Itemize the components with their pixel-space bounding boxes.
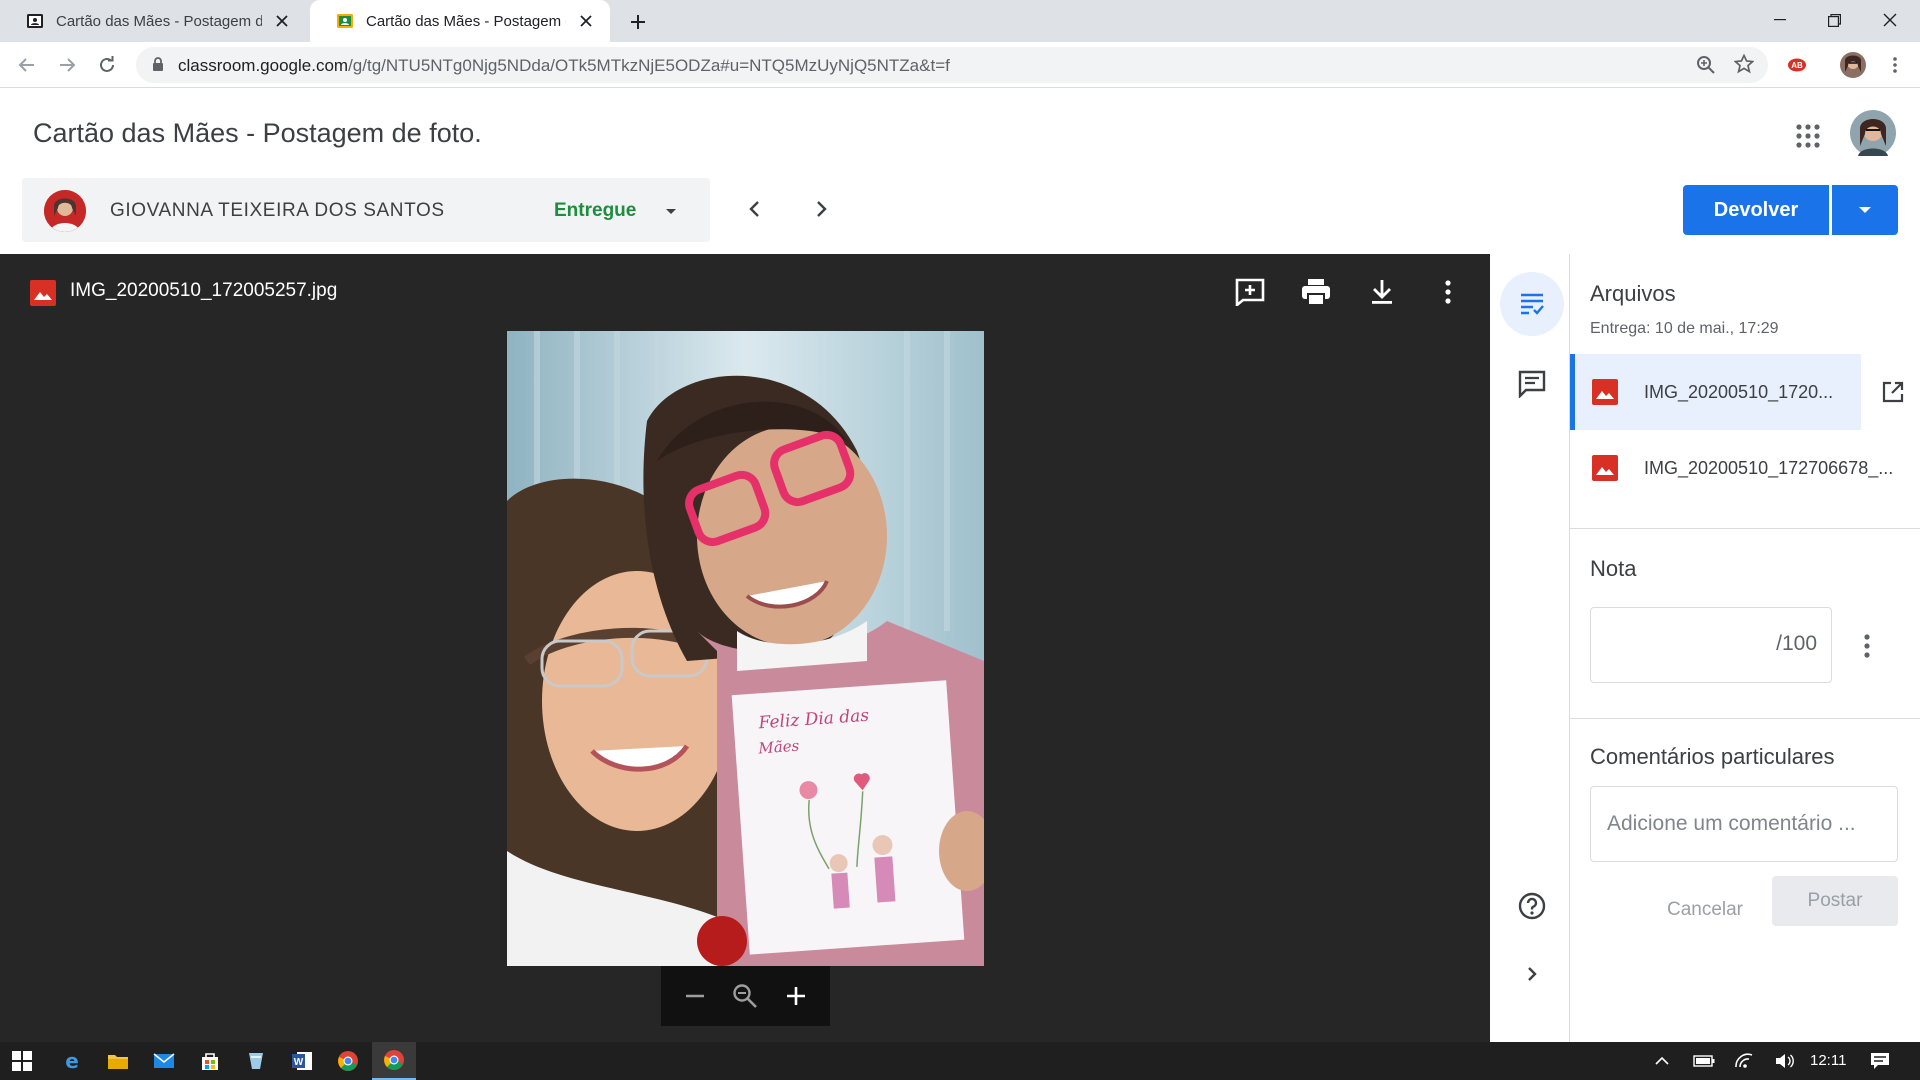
tab-title: Cartão das Mães - Postagem de f [366,12,566,30]
new-tab-icon[interactable] [624,8,652,36]
comments-tab-icon[interactable] [1500,352,1564,416]
more-options-icon[interactable] [1430,274,1466,310]
help-icon[interactable] [1500,874,1564,938]
browser-tab-strip: Cartão das Mães - Postagem de f Cartão d… [0,0,1920,42]
wifi-icon[interactable] [1722,1042,1766,1080]
image-file-icon [1592,379,1618,405]
previous-student-icon[interactable] [742,196,768,222]
divider [1570,718,1920,719]
cancel-button[interactable]: Cancelar [1644,886,1766,934]
chevron-down-icon[interactable] [662,202,680,220]
forward-icon[interactable] [52,50,82,80]
volume-icon[interactable] [1762,1042,1806,1080]
file-explorer-icon[interactable] [96,1042,140,1080]
files-tab-icon[interactable] [1500,272,1564,336]
private-comments-heading: Comentários particulares [1590,744,1835,769]
student-avatar [44,190,86,232]
browser-tab-active[interactable]: Cartão das Mães - Postagem de f [310,0,610,42]
files-heading: Arquivos [1590,281,1676,306]
account-avatar[interactable] [1850,110,1896,156]
back-icon[interactable] [12,50,42,80]
file-name: IMG_20200510_172005257.jpg [70,280,338,301]
chrome-active-icon[interactable] [372,1042,416,1080]
submission-status: Entregue [554,200,637,221]
zoom-out-icon[interactable] [684,985,706,1007]
download-icon[interactable] [1364,274,1400,310]
image-file-icon [1592,455,1618,481]
zoom-controls [661,966,830,1026]
return-options-button[interactable] [1832,185,1898,235]
file-list-item[interactable]: IMG_20200510_172706678_... [1570,430,1920,506]
close-tab-icon[interactable] [272,11,292,31]
open-in-new-icon[interactable] [1861,354,1920,430]
browser-toolbar: classroom.google.com/g/tg/NTU5NTg0Njg5ND… [0,42,1920,88]
print-icon[interactable] [1298,274,1334,310]
file-name: IMG_20200510_1720... [1644,381,1834,402]
post-button[interactable]: Postar [1772,876,1898,926]
chrome-icon[interactable] [326,1042,370,1080]
classroom-favicon-icon [336,12,354,30]
url-text: classroom.google.com/g/tg/NTU5NTg0Njg5ND… [178,56,950,76]
more-options-icon[interactable] [1852,628,1882,664]
grade-input[interactable]: /100 [1590,607,1832,683]
grade-max: /100 [1776,632,1817,655]
extension-icon[interactable]: AB [1782,50,1812,80]
student-name: GIOVANNA TEIXEIRA DOS SANTOS [110,200,445,221]
grading-panel: Arquivos Entrega: 10 de mai., 17:29 IMG_… [1570,254,1920,1042]
restore-icon[interactable] [1806,0,1862,40]
add-comment-icon[interactable] [1232,274,1268,310]
zoom-icon[interactable] [1696,55,1716,75]
file-name: IMG_20200510_172706678_... [1644,457,1894,478]
svg-text:W: W [294,1057,304,1068]
zoom-in-icon[interactable] [785,985,807,1007]
edge-icon[interactable]: e [50,1042,94,1080]
address-bar[interactable]: classroom.google.com/g/tg/NTU5NTg0Njg5ND… [136,47,1768,83]
clock[interactable]: 12:11 [1810,1052,1846,1069]
student-selector[interactable]: GIOVANNA TEIXEIRA DOS SANTOS Entregue [22,178,710,242]
chevron-right-icon[interactable] [1500,942,1564,1006]
file-viewer: IMG_20200510_172005257.jpg Feliz Dia das… [0,254,1490,1042]
profile-avatar[interactable] [1838,50,1868,80]
apps-grid-icon[interactable] [1792,120,1824,152]
browser-menu-icon[interactable] [1880,50,1910,80]
url-domain: classroom.google.com [178,56,349,75]
page-title: Cartão das Mães - Postagem de foto. [33,118,482,148]
url-path: /g/tg/NTU5NTg0Njg5NDda/OTk5MTkzNjE5ODZa#… [348,56,950,75]
svg-text:e: e [65,1050,79,1072]
windows-start-icon[interactable] [0,1042,44,1080]
reload-icon[interactable] [92,50,122,80]
return-button[interactable]: Devolver [1683,185,1829,235]
grade-heading: Nota [1590,556,1637,581]
minimize-icon[interactable] [1752,0,1808,40]
close-window-icon[interactable] [1862,0,1918,40]
app-icon[interactable] [234,1042,278,1080]
svg-text:Mães: Mães [757,737,800,758]
store-icon[interactable] [188,1042,232,1080]
divider [1570,528,1920,529]
zoom-reset-icon[interactable] [732,983,758,1009]
svg-text:AB: AB [1791,61,1803,70]
chevron-up-icon[interactable] [1640,1042,1684,1080]
bookmark-star-icon[interactable] [1734,54,1754,74]
comment-input[interactable]: Adicione um comentário ... [1590,786,1898,862]
classroom-favicon-icon [26,12,44,30]
next-student-icon[interactable] [808,196,834,222]
file-list-item[interactable]: IMG_20200510_1720... [1570,354,1920,430]
lock-icon [152,57,164,72]
submitted-timestamp: Entrega: 10 de mai., 17:29 [1590,320,1779,337]
word-icon[interactable]: W [280,1042,324,1080]
close-tab-icon[interactable] [576,11,596,31]
browser-tab[interactable]: Cartão das Mães - Postagem de f [0,0,306,42]
chevron-down-icon [1859,207,1871,213]
tab-title: Cartão das Mães - Postagem de f [56,12,262,30]
side-rail [1490,254,1570,1042]
image-file-icon [30,280,56,306]
battery-icon[interactable] [1682,1042,1726,1080]
submitted-photo: Feliz Dia das Mães [507,331,984,966]
windows-taskbar: e W 12:11 [0,1042,1920,1080]
notifications-icon[interactable] [1858,1042,1902,1080]
mail-icon[interactable] [142,1042,186,1080]
